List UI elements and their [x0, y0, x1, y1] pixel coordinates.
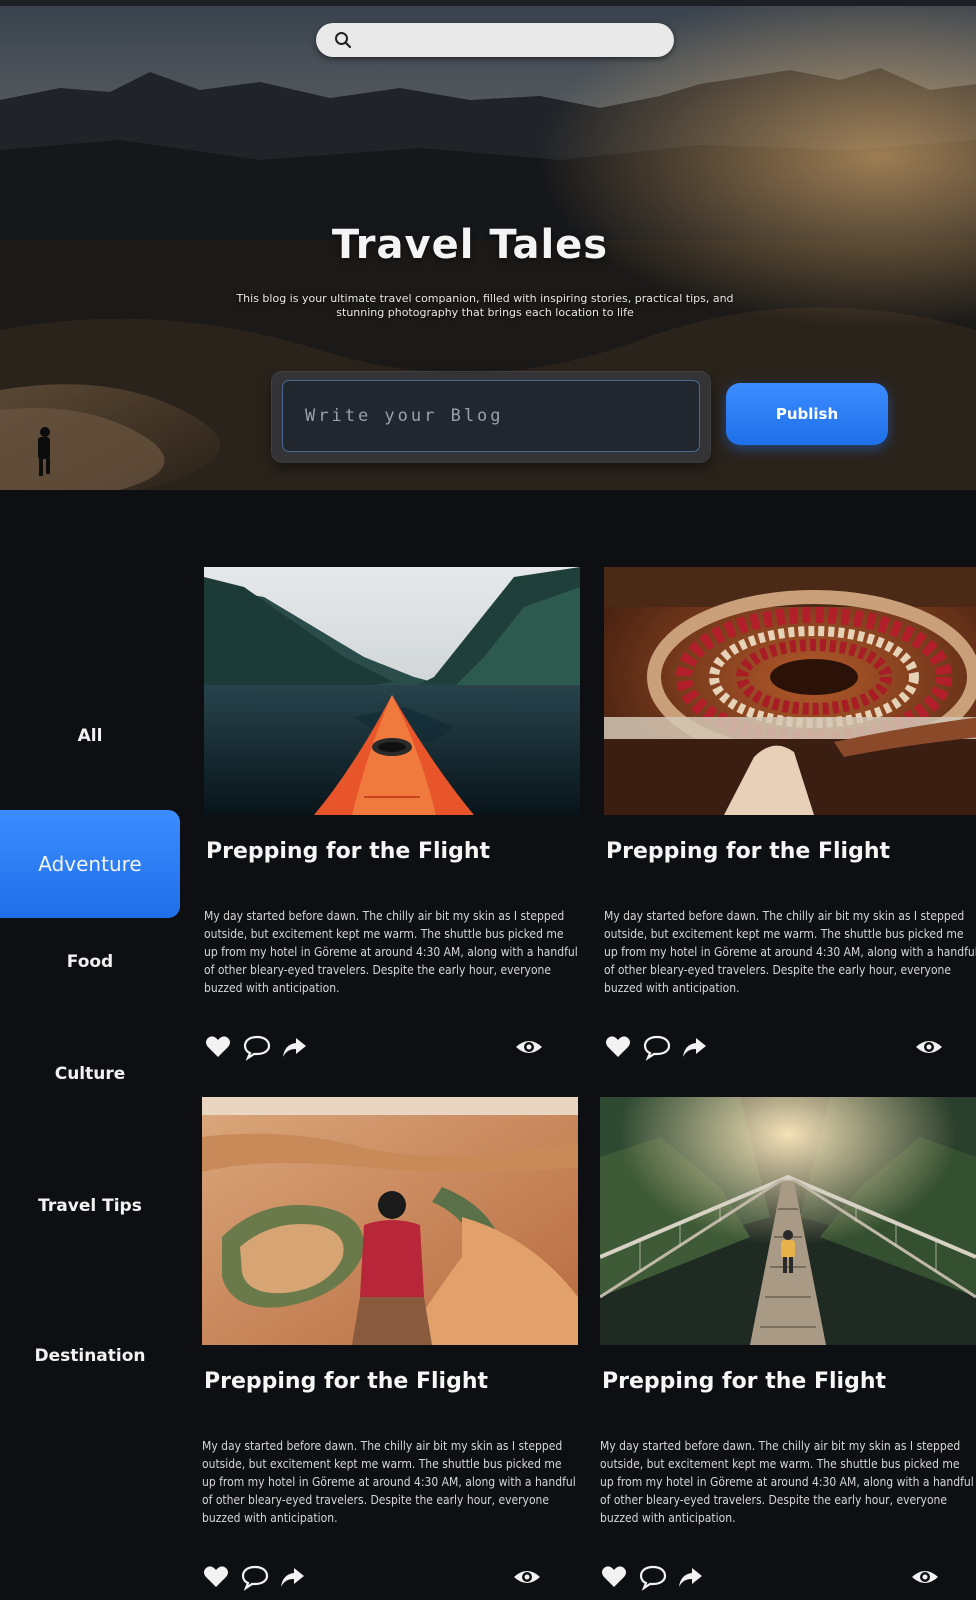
heart-icon[interactable] — [600, 1563, 630, 1593]
eye-icon[interactable] — [914, 1033, 944, 1063]
category-adventure[interactable]: Adventure — [0, 810, 180, 918]
kayak-fjord-image — [204, 567, 580, 815]
eye-icon[interactable] — [512, 1563, 542, 1593]
post-title[interactable]: Prepping for the Flight — [602, 1369, 976, 1394]
share-icon[interactable] — [280, 1033, 310, 1063]
post-image[interactable] — [204, 567, 580, 815]
post-title[interactable]: Prepping for the Flight — [606, 839, 976, 864]
comment-icon[interactable] — [242, 1033, 272, 1063]
post-title[interactable]: Prepping for the Flight — [206, 839, 586, 864]
hero-banner: Travel Tales This blog is your ultimate … — [0, 0, 976, 490]
post-image[interactable] — [600, 1097, 976, 1345]
suspension-bridge-image — [600, 1097, 976, 1345]
category-travel-tips[interactable]: Travel Tips — [0, 1196, 180, 1216]
blog-composer — [272, 372, 710, 462]
post-excerpt: My day started before dawn. The chilly a… — [600, 1439, 974, 1525]
search-bar[interactable] — [316, 23, 674, 57]
spiral-staircase-image — [604, 567, 976, 815]
post-actions — [604, 1033, 948, 1063]
category-sidebar: All Adventure Food Culture Travel Tips D… — [0, 490, 190, 1600]
blog-input[interactable] — [282, 380, 700, 452]
share-icon[interactable] — [680, 1033, 710, 1063]
search-icon — [335, 32, 352, 49]
hero-description: This blog is your ultimate travel compan… — [236, 292, 734, 319]
category-all[interactable]: All — [0, 726, 180, 746]
post-actions — [600, 1563, 944, 1593]
category-culture[interactable]: Culture — [0, 1064, 180, 1084]
heart-icon[interactable] — [202, 1563, 232, 1593]
comment-icon[interactable] — [240, 1563, 270, 1593]
post-title[interactable]: Prepping for the Flight — [204, 1369, 584, 1394]
publish-button[interactable]: Publish — [726, 383, 888, 445]
post-actions — [202, 1563, 546, 1593]
post-excerpt: My day started before dawn. The chilly a… — [604, 909, 976, 995]
comment-icon[interactable] — [638, 1563, 668, 1593]
comment-icon[interactable] — [642, 1033, 672, 1063]
share-icon[interactable] — [278, 1563, 308, 1593]
heart-icon[interactable] — [604, 1033, 634, 1063]
search-input[interactable] — [360, 27, 660, 53]
share-icon[interactable] — [676, 1563, 706, 1593]
canyon-overlook-image — [202, 1097, 578, 1345]
heart-icon[interactable] — [204, 1033, 234, 1063]
category-food[interactable]: Food — [0, 952, 180, 972]
post-actions — [204, 1033, 548, 1063]
page-title: Travel Tales — [331, 222, 609, 268]
eye-icon[interactable] — [910, 1563, 940, 1593]
category-destination[interactable]: Destination — [0, 1346, 180, 1366]
post-excerpt: My day started before dawn. The chilly a… — [204, 909, 578, 995]
post-excerpt: My day started before dawn. The chilly a… — [202, 1439, 576, 1525]
post-image[interactable] — [202, 1097, 578, 1345]
top-strip — [0, 0, 976, 6]
post-image[interactable] — [604, 567, 976, 815]
eye-icon[interactable] — [514, 1033, 544, 1063]
